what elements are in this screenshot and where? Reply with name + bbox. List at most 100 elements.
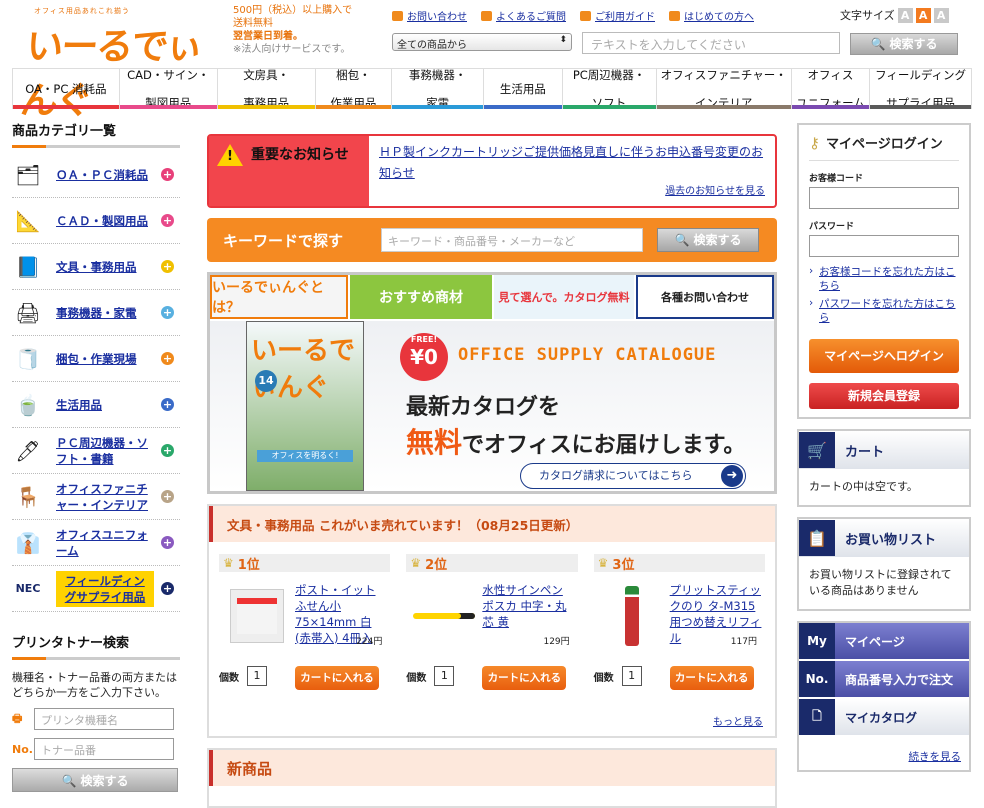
rank-label: ♛ 2位 (406, 554, 578, 573)
register-button[interactable]: 新規会員登録 (809, 383, 959, 409)
nav-item[interactable]: CAD・サイン・ 製図用品 (119, 68, 218, 110)
category-item[interactable]: 👔 オフィスユニフォーム + (12, 520, 180, 566)
past-notices-link[interactable]: 過去のお知らせを見る (665, 181, 765, 202)
category-label[interactable]: ＯＡ・ＰＣ消耗品 (56, 167, 156, 183)
category-item[interactable]: 🍵 生活用品 + (12, 382, 180, 428)
see-more-link[interactable]: 続きを見る (909, 751, 962, 763)
order-by-number-button[interactable]: No. 商品番号入力で注文 (799, 661, 969, 699)
cart-header[interactable]: 🛒 カート (799, 431, 969, 469)
plus-icon[interactable]: + (161, 444, 174, 457)
category-label[interactable]: 生活用品 (56, 397, 156, 413)
product-image[interactable] (225, 584, 289, 648)
category-label[interactable]: 事務機器・家電 (56, 305, 156, 321)
category-item[interactable]: 🖊 ＰＣ周辺機器・ソフト・書籍 + (12, 428, 180, 474)
forgot-password-link[interactable]: パスワードを忘れた方はこちら (819, 298, 956, 324)
category-label[interactable]: ＣＡＤ・製図用品 (56, 213, 156, 229)
category-item[interactable]: NEC フィールディングサプライ用品 + (12, 566, 180, 612)
font-large-button[interactable]: A (933, 7, 949, 23)
beginner-link-text[interactable]: はじめての方へ (684, 8, 754, 23)
nav-item[interactable]: オフィス ユニフォーム (791, 68, 871, 110)
add-to-cart-button[interactable]: カートに入れる (295, 666, 379, 690)
mypage-button[interactable]: My マイページ (799, 623, 969, 661)
contact-link[interactable]: お問い合わせ (392, 8, 467, 23)
product-image[interactable] (412, 584, 476, 648)
my-catalog-label: マイカタログ (845, 710, 918, 725)
add-to-cart-button[interactable]: カートに入れる (669, 666, 754, 690)
nav-item[interactable]: OA・PC 消耗品 (12, 69, 120, 109)
category-item[interactable]: 🖨 事務機器・家電 + (12, 290, 180, 336)
plus-icon[interactable]: + (161, 398, 174, 411)
font-medium-button[interactable]: A (915, 7, 931, 23)
forgot-code-link[interactable]: お客様コードを忘れた方はこちら (819, 266, 956, 292)
cart-box: 🛒 カート カートの中は空です。 (797, 429, 971, 507)
category-label[interactable]: 梱包・作業現場 (56, 351, 156, 367)
plus-icon[interactable]: + (161, 306, 174, 319)
banner-tab-contact[interactable]: 各種お問い合わせ (636, 275, 774, 319)
my-catalog-button[interactable]: 🗋 マイカタログ (799, 699, 969, 737)
password-input[interactable] (809, 235, 959, 257)
plus-icon[interactable]: + (161, 582, 174, 595)
category-label[interactable]: ＰＣ周辺機器・ソフト・書籍 (56, 435, 156, 467)
add-to-cart-button[interactable]: カートに入れる (482, 666, 567, 690)
keyword-input[interactable]: キーワード・商品番号・メーカーなど (381, 228, 643, 252)
nav-item[interactable]: 生活用品 (484, 69, 563, 109)
category-label[interactable]: フィールディングサプライ用品 (56, 570, 154, 607)
printer-model-input[interactable]: プリンタ機種名 (34, 708, 174, 730)
login-button[interactable]: マイページへログイン (809, 339, 959, 373)
plus-icon[interactable]: + (161, 214, 174, 227)
product-name-link[interactable]: 水性サインペン ポスカ 中字・丸芯 黄 (482, 582, 574, 630)
faq-link[interactable]: よくあるご質問 (481, 8, 566, 23)
contact-link-text[interactable]: お問い合わせ (407, 8, 467, 23)
toner-code-input[interactable]: トナー品番 (34, 738, 174, 760)
category-item[interactable]: 🗂 ＯＡ・ＰＣ消耗品 + (12, 152, 180, 198)
toner-search-title: プリンタトナー検索 (12, 632, 180, 660)
shopping-list-header[interactable]: 📋 お買い物リスト (799, 519, 969, 557)
ranking-more-link[interactable]: もっと見る (713, 713, 763, 728)
qty-input[interactable]: 1 (621, 666, 642, 686)
guide-link-text[interactable]: ご利用ガイド (595, 8, 655, 23)
catalog-request-button[interactable]: カタログ請求についてはこちら ➜ (520, 463, 746, 489)
guide-link[interactable]: ご利用ガイド (580, 8, 655, 23)
category-select[interactable]: 全ての商品から ⬍ (392, 33, 572, 51)
faq-link-text[interactable]: よくあるご質問 (496, 8, 566, 23)
category-label[interactable]: 文具・事務用品 (56, 259, 156, 275)
ranking-item: ♛ 2位 水性サインペン ポスカ 中字・丸芯 黄 129円 個数 1 カートに入れる (406, 554, 578, 704)
toner-search-button[interactable]: 🔍 検索する (12, 768, 178, 792)
nav-item[interactable]: PC周辺機器・ ソフト (562, 68, 657, 110)
category-item[interactable]: 🪑 オフィスファニチャー・インテリア + (12, 474, 180, 520)
nav-item[interactable]: 文房具・ 事務用品 (217, 68, 316, 110)
category-item[interactable]: 📘 文具・事務用品 + (12, 244, 180, 290)
banner-tab-about[interactable]: いーるでぃんぐとは？ (210, 275, 348, 319)
keyword-search-button[interactable]: 🔍 検索する (657, 228, 759, 252)
beginner-link[interactable]: はじめての方へ (669, 8, 754, 23)
product-image[interactable] (600, 584, 664, 648)
notice-link[interactable]: ＨＰ製インクカートリッジご提供価格見直しに伴うお申込番号変更のお知らせ (379, 145, 763, 180)
nav-item[interactable]: フィールディング サプライ用品 (870, 68, 972, 110)
plus-icon[interactable]: + (161, 536, 174, 549)
nav-item[interactable]: 事務機器・ 家電 (392, 68, 485, 110)
nav-item[interactable]: オフィスファニチャー・ インテリア (656, 68, 792, 110)
category-item[interactable]: 🧻 梱包・作業現場 + (12, 336, 180, 382)
plus-icon[interactable]: + (161, 490, 174, 503)
free-label: FREE! (410, 335, 438, 344)
nav-item[interactable]: 梱包・ 作業用品 (315, 68, 393, 110)
plus-icon[interactable]: + (161, 168, 174, 181)
qty-input[interactable]: 1 (434, 666, 455, 686)
site-logo[interactable]: オフィス用品あれこれ揃う いーるでぃんぐ (19, 6, 222, 122)
banner-tab-recommended[interactable]: おすすめ商材 (350, 275, 492, 319)
new-products-box: 新商品 (207, 748, 777, 808)
header-search-button[interactable]: 🔍 検索する (850, 33, 958, 55)
category-label[interactable]: オフィスユニフォーム (56, 527, 156, 559)
category-item[interactable]: 📐 ＣＡＤ・製図用品 + (12, 198, 180, 244)
header-search-input[interactable]: テキストを入力してください (582, 32, 840, 54)
customer-code-input[interactable] (809, 187, 959, 209)
qty-input[interactable]: 1 (247, 666, 267, 686)
nav-item-label: フィールディング (875, 68, 967, 82)
catalog-hero[interactable]: いーるでぃんぐ 14 オフィスを明るく! FREE! ¥0 OFFICE SUPP… (210, 321, 774, 491)
banner-tab-catalog[interactable]: 見て選んで。カタログ無料 (494, 275, 634, 319)
plus-icon[interactable]: + (161, 260, 174, 273)
plus-icon[interactable]: + (161, 352, 174, 365)
font-small-button[interactable]: A (897, 7, 913, 23)
cart-empty-text: カートの中は空です。 (809, 480, 918, 493)
category-label[interactable]: オフィスファニチャー・インテリア (56, 481, 156, 513)
